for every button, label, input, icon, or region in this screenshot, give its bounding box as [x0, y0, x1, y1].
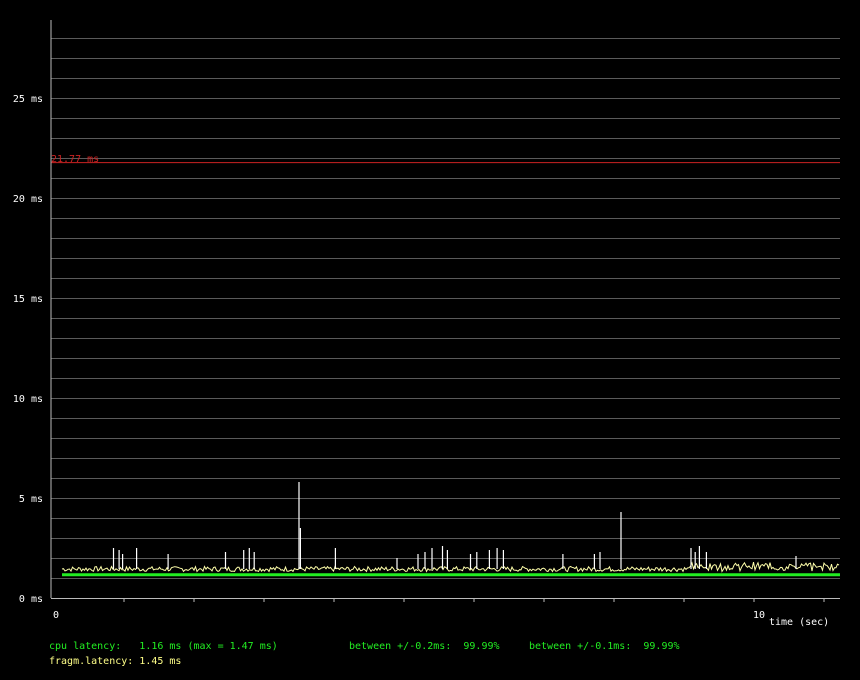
tick-labels: 0 ms 5 ms 10 ms 15 ms 20 ms 25 ms 0 10: [13, 94, 765, 621]
y-tick-label: 20 ms: [13, 194, 43, 205]
axes: [50, 20, 840, 602]
x-axis-label: time (sec): [769, 617, 829, 628]
y-tick-label: 10 ms: [13, 394, 43, 405]
y-tick-label: 25 ms: [13, 94, 43, 105]
latency-chart: 21.77 ms 0 ms 5 ms 10 ms 15 ms 20 ms 25 ms 0 10…: [13, 20, 840, 628]
x-tick-label: 10: [753, 610, 765, 621]
y-tick-label: 15 ms: [13, 294, 43, 305]
fragm-latency-line: [61, 561, 840, 573]
grid-lines: [51, 38, 840, 579]
latency-series: [61, 482, 840, 577]
y-tick-label: 5 ms: [19, 494, 43, 505]
threshold-line-group: 21.77 ms: [51, 154, 840, 165]
y-tick-label: 0 ms: [19, 594, 43, 605]
threshold-label: 21.77 ms: [51, 154, 99, 165]
x-tick-label: 0: [53, 610, 59, 621]
